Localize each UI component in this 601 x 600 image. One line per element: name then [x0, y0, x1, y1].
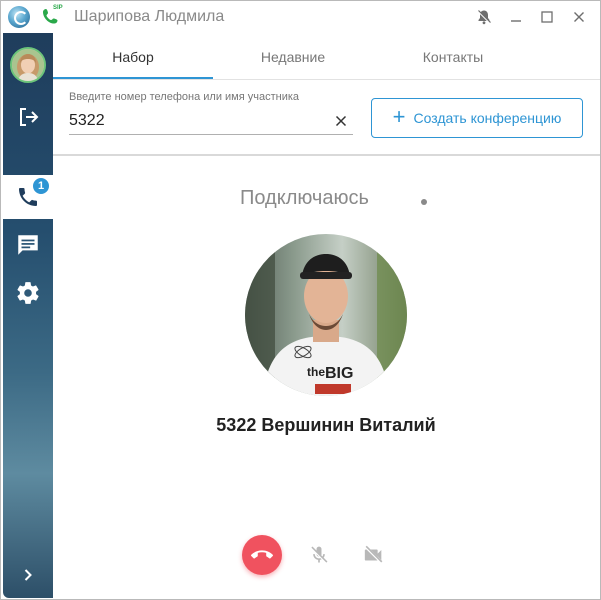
close-icon: [574, 12, 584, 22]
maximize-icon: [541, 11, 553, 23]
camera-off-button[interactable]: [360, 541, 388, 569]
sidebar: 1: [3, 33, 53, 598]
app-window: SIP Шарипова Людмила 1 Набор Недавние Ко…: [0, 0, 601, 600]
tab-active-indicator: [53, 77, 213, 79]
logout-icon: [20, 108, 39, 126]
tab-recent[interactable]: Недавние: [213, 33, 373, 80]
contact-name: 5322 Вершинин Виталий: [216, 415, 436, 435]
chevron-right-icon: [24, 569, 32, 581]
window-title: Шарипова Людмила: [74, 8, 225, 25]
sidebar-item-messages[interactable]: [3, 223, 53, 267]
connecting-dot-indicator: [421, 199, 427, 205]
minimize-icon: [511, 20, 521, 22]
tab-dial[interactable]: Набор: [53, 33, 213, 80]
hangup-icon: [251, 550, 273, 559]
hangup-button[interactable]: [242, 535, 282, 575]
create-conference-button[interactable]: + Создать конференцию: [371, 98, 583, 138]
calls-count-badge: 1: [31, 176, 51, 196]
user-avatar-image: [12, 49, 44, 81]
clear-input-button[interactable]: [331, 111, 351, 131]
sidebar-expand-button[interactable]: [3, 557, 53, 593]
camera-off-icon: [364, 545, 383, 564]
dial-panel: Введите номер телефона или имя участника…: [53, 80, 600, 156]
svg-text:BIG: BIG: [325, 365, 353, 382]
contact-avatar: the BIG: [245, 234, 407, 396]
svg-text:the: the: [307, 365, 325, 379]
sip-label: SIP: [53, 5, 63, 11]
user-avatar[interactable]: [10, 47, 46, 83]
close-button[interactable]: [569, 7, 589, 27]
gear-icon: [17, 282, 39, 304]
notification-bell-button[interactable]: [474, 7, 494, 27]
dial-input-label: Введите номер телефона или имя участника: [69, 91, 300, 103]
minimize-button[interactable]: [506, 7, 526, 27]
logout-button[interactable]: [3, 95, 53, 139]
close-icon: [335, 115, 347, 127]
sidebar-item-calls[interactable]: 1: [3, 175, 53, 219]
maximize-button[interactable]: [537, 7, 557, 27]
tab-contacts[interactable]: Контакты: [373, 33, 533, 80]
create-conference-label: Создать конференцию: [413, 110, 562, 126]
bell-off-icon: [477, 10, 491, 25]
sidebar-item-settings[interactable]: [3, 271, 53, 315]
app-logo-icon: [8, 6, 30, 28]
dial-input[interactable]: [69, 107, 353, 135]
microphone-off-icon: [310, 546, 328, 564]
call-status: Подключаюсь: [240, 187, 369, 209]
main-tabs: Набор Недавние Контакты: [53, 33, 600, 80]
title-bar: SIP Шарипова Людмила: [1, 1, 600, 33]
mute-microphone-button[interactable]: [305, 541, 333, 569]
plus-icon: +: [392, 104, 406, 129]
contact-photo-image: the BIG: [245, 234, 407, 396]
chat-icon: [18, 235, 38, 255]
